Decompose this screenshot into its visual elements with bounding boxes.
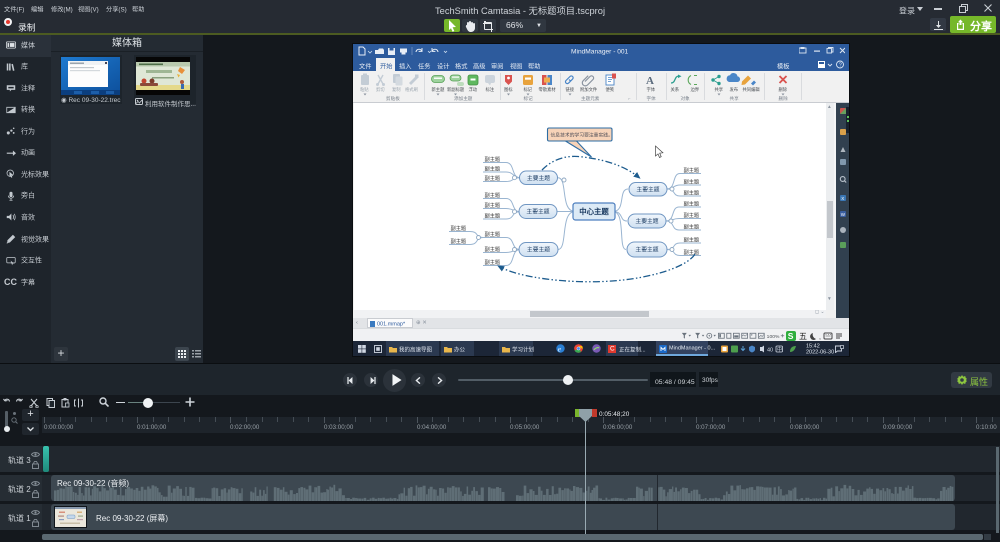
- svg-text:副主题: 副主题: [485, 155, 501, 163]
- svg-text:副主题: 副主题: [684, 223, 700, 231]
- svg-text:零散素材: 零散素材: [539, 86, 557, 93]
- svg-text:复制: 复制: [392, 86, 401, 93]
- svg-text:主要主题: 主要主题: [635, 217, 658, 225]
- svg-text:主要主题: 主要主题: [636, 185, 659, 193]
- svg-text:附加文件: 附加文件: [580, 86, 598, 93]
- svg-text:主要主题: 主要主题: [526, 208, 549, 216]
- svg-text:新副标题: 新副标题: [447, 86, 465, 93]
- svg-text:共同编辑: 共同编辑: [743, 86, 761, 93]
- svg-text:链接: 链接: [566, 86, 575, 93]
- svg-text:副主题: 副主题: [485, 258, 501, 266]
- svg-text:删除: 删除: [779, 86, 788, 93]
- svg-text:副主题: 副主题: [684, 211, 700, 219]
- svg-text:标记: 标记: [524, 95, 534, 102]
- svg-text:副主题: 副主题: [485, 174, 501, 182]
- svg-text:删除: 删除: [779, 95, 789, 102]
- svg-text:100%: 100%: [767, 333, 780, 339]
- svg-text:共享: 共享: [715, 86, 724, 93]
- svg-text:副主题: 副主题: [485, 191, 501, 199]
- svg-text:副主题: 副主题: [485, 245, 501, 253]
- svg-text:中心主题: 中心主题: [579, 207, 609, 216]
- svg-text:添加主题: 添加主题: [454, 95, 473, 102]
- svg-text:粘贴: 粘贴: [360, 86, 369, 93]
- svg-text:⌐: ⌐: [628, 96, 631, 101]
- svg-text:标记: 标记: [524, 86, 533, 93]
- svg-text:A: A: [646, 75, 654, 87]
- svg-text:?: ?: [839, 63, 842, 69]
- svg-text:S: S: [788, 331, 794, 341]
- svg-text:剪贴板: 剪贴板: [386, 95, 400, 102]
- svg-text:副主题: 副主题: [485, 165, 501, 173]
- svg-text:40: 40: [767, 348, 773, 354]
- svg-text:便笺: 便笺: [606, 86, 615, 93]
- svg-text:W: W: [841, 212, 846, 217]
- svg-text:副主题: 副主题: [451, 224, 467, 232]
- svg-text:发布: 发布: [730, 86, 739, 93]
- svg-text:剪切: 剪切: [376, 86, 385, 93]
- svg-text:副主题: 副主题: [485, 201, 501, 209]
- svg-text:浮动: 浮动: [469, 86, 478, 93]
- svg-text:主要主题: 主要主题: [635, 246, 658, 254]
- svg-text:共享: 共享: [730, 95, 740, 102]
- svg-text:副主题: 副主题: [684, 236, 700, 244]
- svg-text:格式刷: 格式刷: [405, 86, 418, 93]
- svg-text:主题元素: 主题元素: [581, 95, 600, 102]
- svg-text:中: 中: [777, 346, 782, 353]
- svg-text:信息技术的学习要注重实践。: 信息技术的学习要注重实践。: [551, 132, 613, 139]
- svg-text:五: 五: [799, 332, 807, 341]
- svg-text:副主题: 副主题: [684, 248, 700, 256]
- svg-text:主要主题: 主要主题: [527, 246, 550, 254]
- svg-text:关系: 关系: [671, 86, 680, 93]
- svg-text:字体: 字体: [647, 95, 657, 102]
- svg-text:副主题: 副主题: [485, 230, 501, 238]
- svg-text:副主题: 副主题: [684, 200, 700, 208]
- svg-text:主要主题: 主要主题: [527, 174, 550, 182]
- svg-text:新主题: 新主题: [432, 86, 446, 93]
- svg-text:标注: 标注: [486, 86, 495, 93]
- svg-text:X: X: [841, 196, 844, 201]
- svg-text:对象: 对象: [681, 95, 691, 101]
- svg-text:副主题: 副主题: [485, 212, 501, 220]
- svg-text:边界: 边界: [691, 86, 700, 93]
- svg-text:字体: 字体: [647, 86, 656, 93]
- svg-text:,: ,: [819, 334, 821, 341]
- svg-text:副主题: 副主题: [684, 189, 700, 197]
- svg-text:图标: 图标: [504, 86, 513, 93]
- svg-text:副主题: 副主题: [684, 166, 700, 174]
- svg-text:副主题: 副主题: [451, 237, 467, 245]
- svg-text:副主题: 副主题: [684, 178, 700, 186]
